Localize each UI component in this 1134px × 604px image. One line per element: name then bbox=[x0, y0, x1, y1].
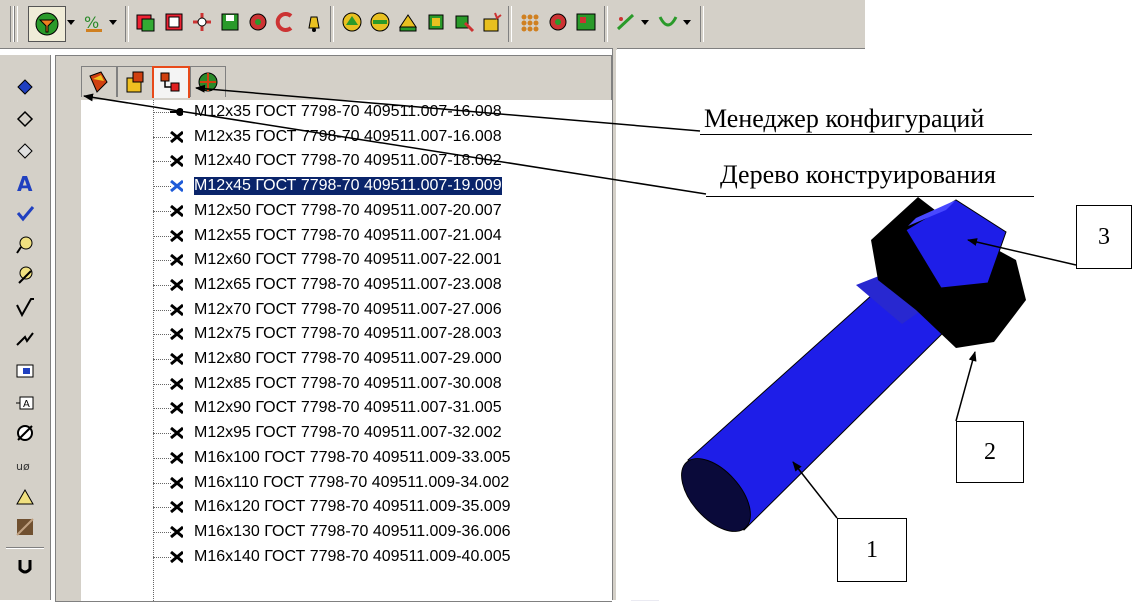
leader-arrow-2 bbox=[955, 351, 977, 422]
leader-arrow-3 bbox=[967, 238, 1077, 266]
leader-arrow-1 bbox=[792, 461, 838, 519]
callout-arrows bbox=[83, 84, 1077, 519]
config-manager-arrow bbox=[195, 84, 701, 132]
design-tree-arrow bbox=[83, 93, 707, 195]
